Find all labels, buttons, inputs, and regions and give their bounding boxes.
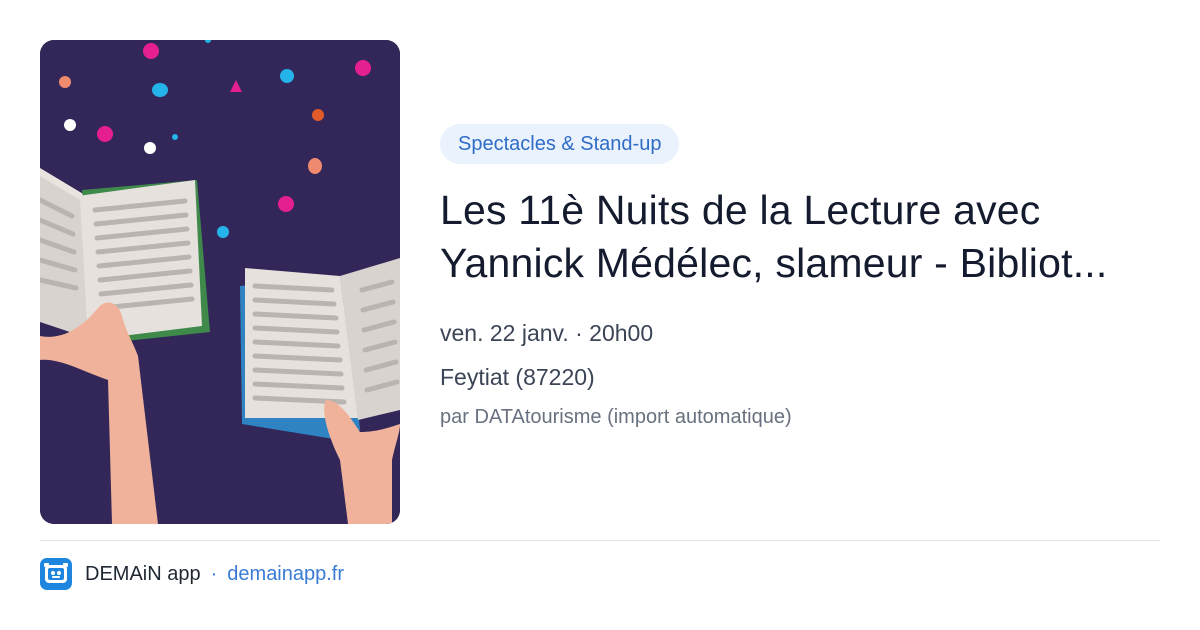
footer-divider: [40, 540, 1160, 541]
event-title-line-2: Yannick Médélec, slameur - Bibliot...: [440, 240, 1108, 286]
event-title[interactable]: Les 11è Nuits de la Lecture avec Yannick…: [440, 184, 1170, 290]
footer: DEMAiN app · demainapp.fr: [40, 558, 344, 590]
footer-separator: ·: [210, 562, 218, 585]
event-title-line-1: Les 11è Nuits de la Lecture avec: [440, 187, 1041, 233]
site-link[interactable]: demainapp.fr: [227, 563, 344, 586]
event-date: ven. 22 janv. · 20h00: [440, 320, 654, 346]
event-details: Spectacles & Stand-up Les 11è Nuits de l…: [440, 124, 1170, 430]
category-badge[interactable]: Spectacles & Stand-up: [440, 124, 680, 164]
event-illustration: [40, 40, 400, 524]
event-source: par DATAtourisme (import automatique): [440, 406, 792, 428]
demain-app-logo-icon[interactable]: [40, 558, 72, 590]
event-preview-card[interactable]: Spectacles & Stand-up Les 11è Nuits de l…: [0, 0, 1200, 630]
event-location: Feytiat (87220): [440, 364, 595, 390]
app-name: DEMAiN app: [85, 562, 201, 585]
